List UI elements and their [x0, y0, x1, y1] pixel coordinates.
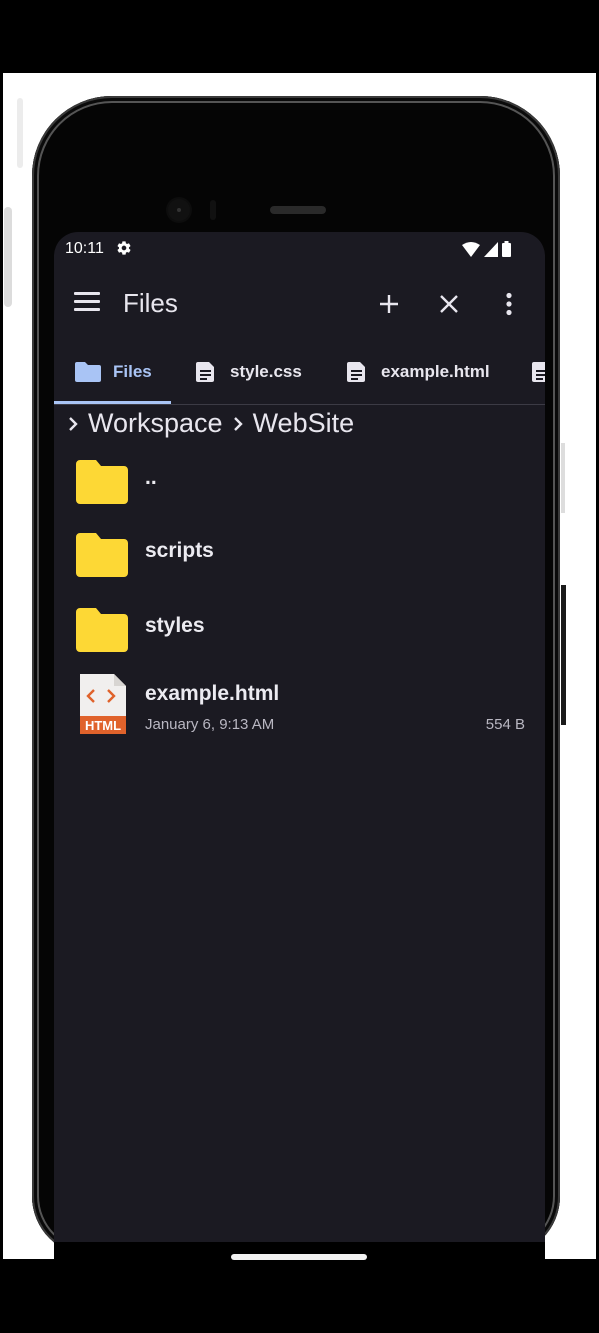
- decorative-bar: [4, 207, 12, 307]
- chevron-right-icon: [69, 416, 78, 431]
- document-icon: [347, 362, 365, 382]
- file-list-item-styles[interactable]: styles: [54, 594, 545, 666]
- phone-side-button: [561, 585, 566, 725]
- tab-label: Files: [113, 362, 152, 381]
- file-name: ..: [145, 466, 157, 489]
- file-list-item-parent[interactable]: ..: [54, 446, 545, 518]
- gear-icon: [117, 241, 131, 255]
- file-list-item-scripts[interactable]: scripts: [54, 519, 545, 591]
- file-name: scripts: [145, 539, 214, 562]
- earpiece-speaker: [270, 206, 326, 214]
- document-icon: [532, 362, 545, 382]
- file-modified-date: January 6, 9:13 AM: [145, 716, 275, 733]
- tab-bar: Files style.css example.html: [54, 340, 545, 405]
- file-name: styles: [145, 614, 205, 637]
- file-list-item-example-html[interactable]: HTML example.html January 6, 9:13 AM 554…: [54, 670, 545, 750]
- breadcrumb: Workspace WebSite: [68, 408, 364, 439]
- html-file-icon: HTML: [80, 674, 126, 734]
- folder-icon: [76, 460, 128, 504]
- app-screen: 10:11 Files Files style.css example.html…: [54, 232, 545, 1242]
- cellular-signal-icon: [484, 241, 498, 257]
- tab-label: example.html: [381, 362, 490, 381]
- file-size: 554 B: [485, 716, 525, 733]
- camera-icon: [168, 199, 190, 221]
- folder-icon: [76, 533, 128, 577]
- phone-side-button: [561, 443, 565, 513]
- more-options-button[interactable]: [489, 284, 529, 324]
- app-title: Files: [123, 288, 178, 318]
- html-badge: HTML: [85, 718, 121, 733]
- app-bar: Files: [54, 268, 545, 340]
- battery-icon: [502, 241, 511, 257]
- chevron-right-icon: [233, 416, 243, 431]
- tab-overflow[interactable]: [530, 340, 545, 404]
- plus-icon: [380, 295, 398, 313]
- close-button[interactable]: [429, 284, 469, 324]
- status-bar: 10:11: [54, 232, 545, 268]
- add-button[interactable]: [369, 284, 409, 324]
- more-vert-icon: [506, 292, 512, 316]
- tab-example-html[interactable]: example.html: [345, 340, 490, 404]
- tab-files[interactable]: Files: [75, 340, 152, 404]
- bottom-letterbox: [0, 1260, 599, 1333]
- sensor: [210, 200, 216, 220]
- document-icon: [196, 362, 214, 382]
- folder-icon: [76, 608, 128, 652]
- close-icon: [440, 295, 458, 313]
- folder-icon: [75, 362, 101, 382]
- file-name: example.html: [145, 682, 280, 705]
- status-time: 10:11: [65, 240, 104, 257]
- menu-icon[interactable]: [74, 292, 100, 314]
- wifi-icon: [462, 241, 480, 257]
- active-tab-indicator: [54, 401, 171, 404]
- tab-label: style.css: [230, 362, 302, 381]
- breadcrumb-item-website[interactable]: WebSite: [253, 408, 355, 439]
- tab-style-css[interactable]: style.css: [194, 340, 302, 404]
- breadcrumb-item-workspace[interactable]: Workspace: [88, 408, 223, 439]
